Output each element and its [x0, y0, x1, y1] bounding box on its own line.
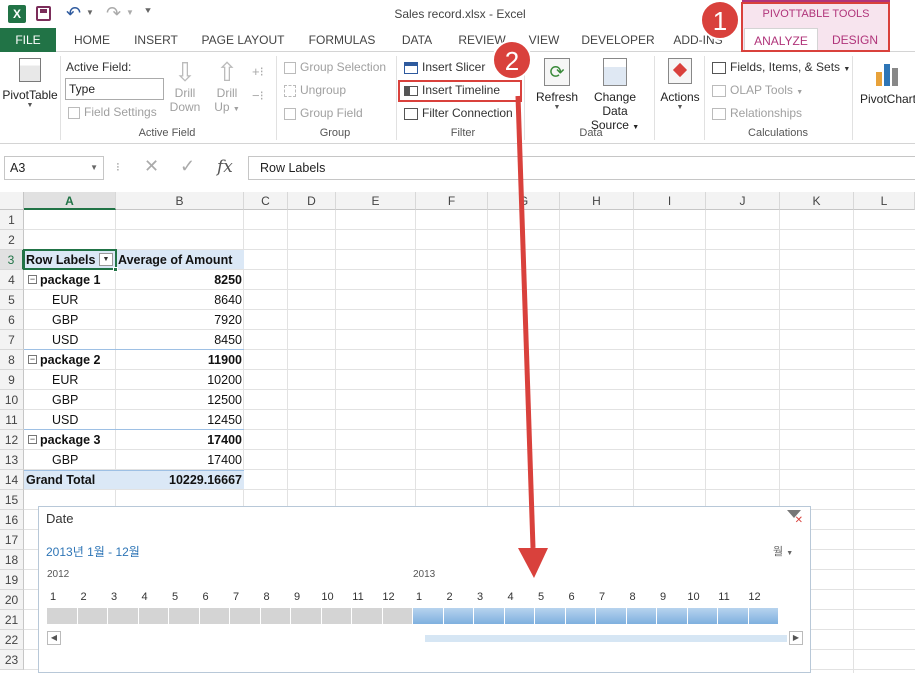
annotation-arrow — [515, 95, 548, 578]
callout-1-badge: 1 — [700, 0, 740, 40]
callout-2-badge: 2 — [492, 40, 532, 80]
